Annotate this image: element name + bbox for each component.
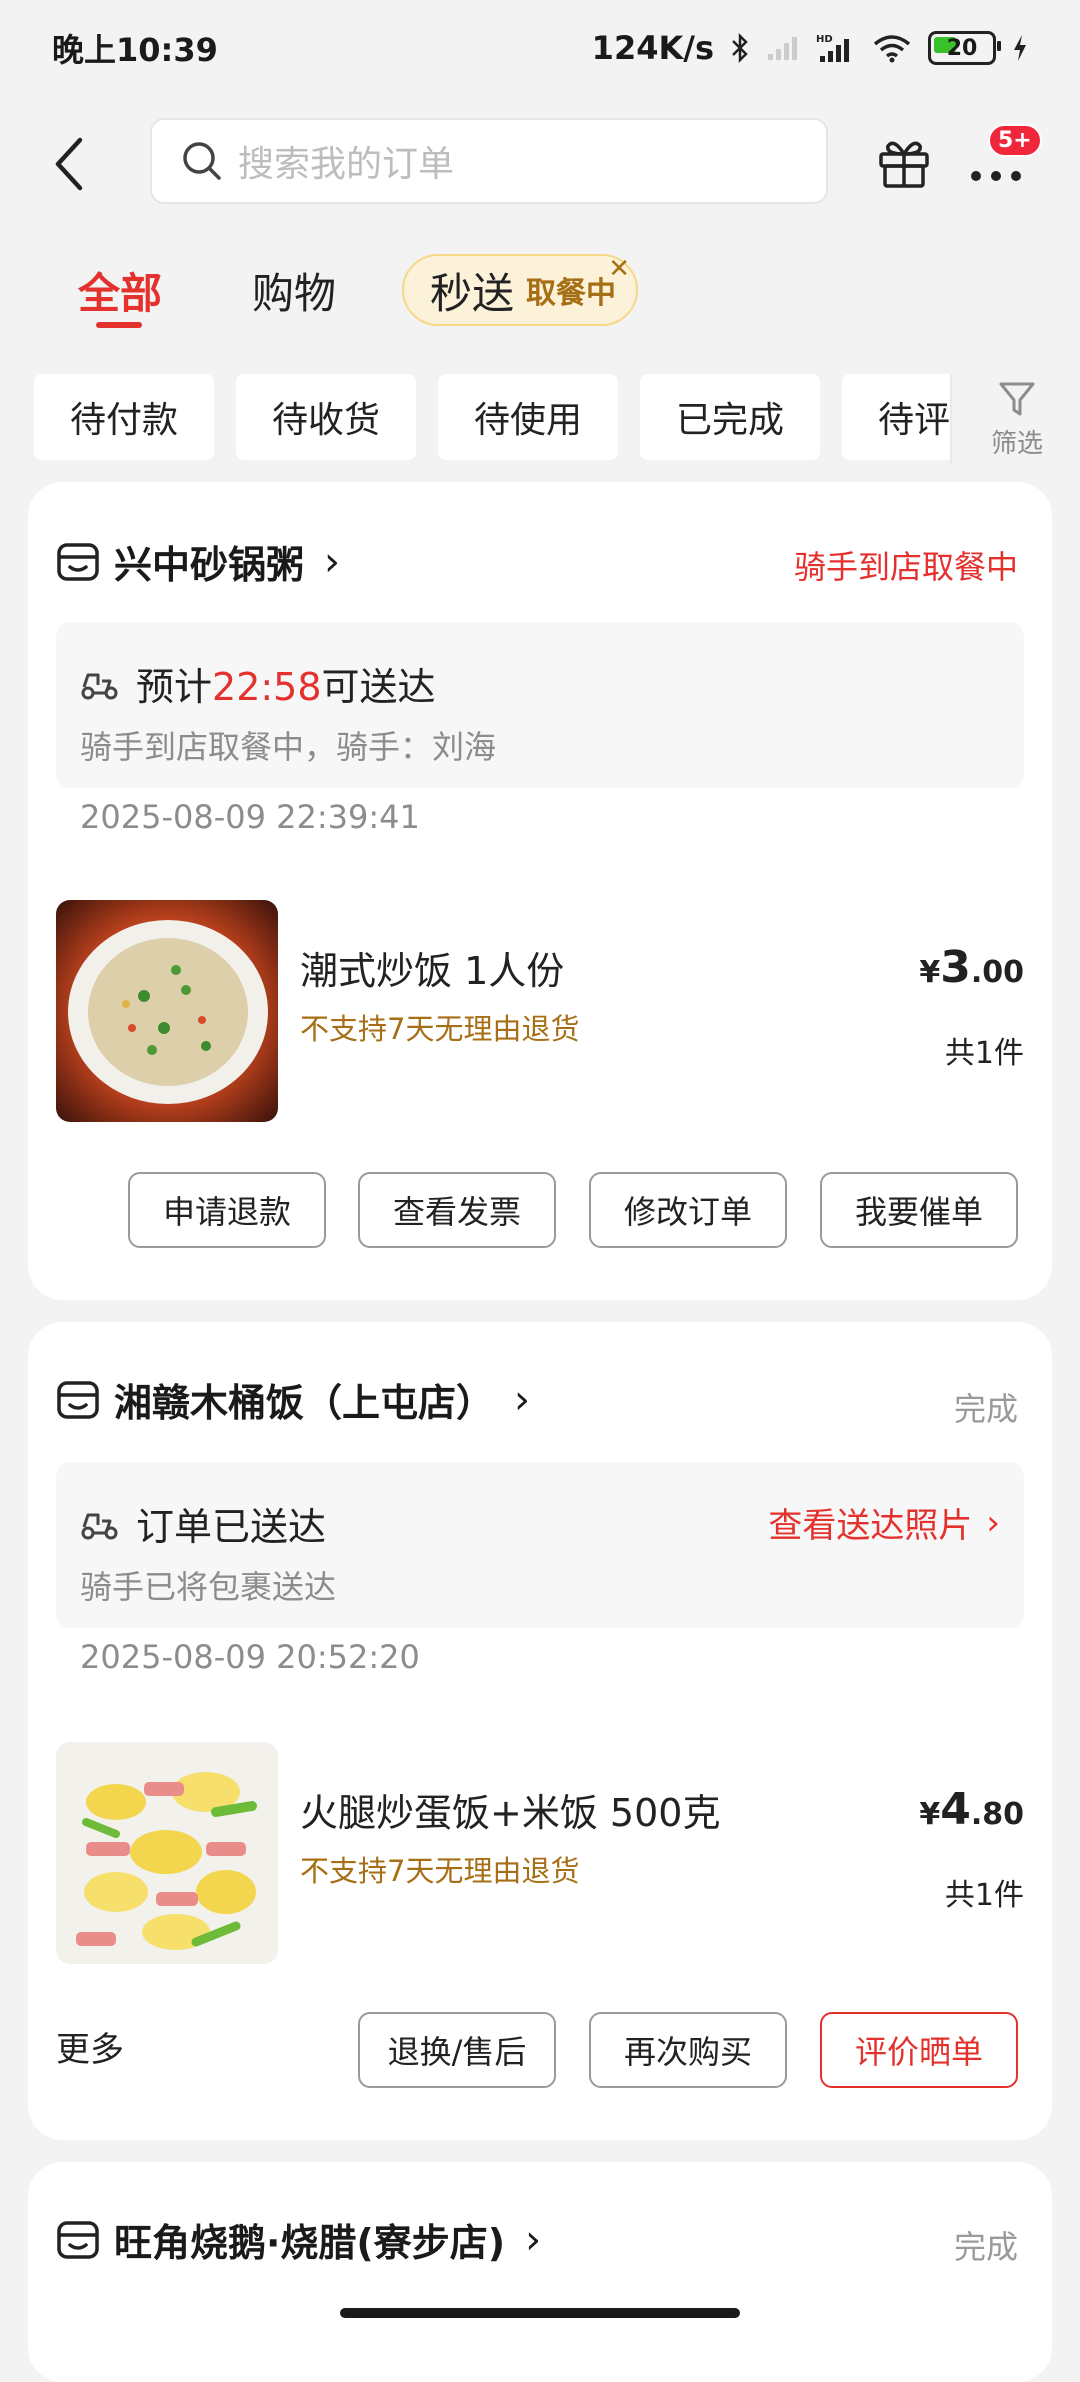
- chevron-right-icon: ›: [525, 2216, 542, 2263]
- currency: ¥: [919, 955, 941, 990]
- pill-sublabel: 取餐中: [526, 276, 617, 311]
- more-button[interactable]: 更多: [56, 2022, 124, 2071]
- store-icon: [57, 2220, 99, 2259]
- product-price: ¥4.80: [919, 1784, 1024, 1835]
- order-card[interactable]: 湘赣木桶饭（上屯店） › 完成 订单已送达 查看送达照片 › 骑手已将包裹送达 2…: [28, 1322, 1052, 2140]
- delivery-info[interactable]: 订单已送达 查看送达照片 › 骑手已将包裹送达: [56, 1462, 1024, 1628]
- item-count: 共1件: [944, 1878, 1024, 1913]
- order-status: 完成: [953, 2228, 1018, 2266]
- shop-name-link[interactable]: 兴中砂锅粥 ›: [56, 534, 340, 589]
- filter-button[interactable]: 筛选: [950, 374, 1080, 464]
- order-card[interactable]: 兴中砂锅粥 › 骑手到店取餐中 预计22:58可送达 骑手到店取餐中，骑手：刘海…: [28, 482, 1052, 1300]
- signal-icon: [768, 37, 797, 60]
- eta-suffix: 可送达: [321, 665, 436, 709]
- chevron-right-icon: ›: [324, 538, 341, 585]
- store-icon: [57, 1380, 99, 1419]
- chip-pending-receipt[interactable]: 待收货: [236, 374, 416, 460]
- tab-all[interactable]: 全部: [78, 260, 162, 321]
- scooter-icon: [81, 673, 118, 699]
- status-time: 晚上10:39: [52, 31, 218, 69]
- wifi-icon: [873, 35, 911, 63]
- network-speed: 124K/s: [591, 29, 714, 67]
- price-decimal: .80: [970, 1797, 1024, 1832]
- signal-hd-icon: HD: [816, 34, 849, 62]
- delivered-title: 订单已送达: [136, 1505, 327, 1549]
- shop-name: 旺角烧鹅·烧腊(寮步店): [114, 2221, 506, 2265]
- eta-prefix: 预计: [136, 665, 213, 709]
- chevron-right-icon: ›: [986, 1502, 1000, 1543]
- delivery-status: 订单已送达: [80, 1496, 326, 1551]
- price-decimal: .00: [970, 955, 1024, 990]
- price-integer: 4: [940, 1784, 971, 1835]
- order-tabs: 全部 购物 秒送 取餐中 ✕: [0, 250, 1080, 340]
- product-name[interactable]: 火腿炒蛋饭+米饭 500克: [300, 1782, 720, 1837]
- review-button[interactable]: 评价晒单: [820, 2012, 1018, 2088]
- delivery-time: 2025-08-09 20:52:20: [80, 1638, 420, 1676]
- pill-label: 秒送: [430, 268, 515, 318]
- status-bar: 晚上10:39 124K/s HD 20: [0, 0, 1080, 96]
- search-placeholder: 搜索我的订单: [238, 144, 455, 185]
- price-integer: 3: [940, 942, 971, 993]
- search-input[interactable]: 搜索我的订单: [150, 118, 828, 204]
- header: 搜索我的订单 5+: [0, 118, 1080, 210]
- filter-icon: [999, 382, 1035, 415]
- tab-instant-delivery[interactable]: 秒送 取餐中 ✕: [402, 254, 639, 326]
- charging-icon: [1014, 35, 1026, 61]
- gift-icon[interactable]: [876, 134, 932, 190]
- order-status: 完成: [953, 1390, 1018, 1428]
- notification-badge: 5+: [988, 124, 1042, 157]
- product-name[interactable]: 潮式炒饭 1人份: [300, 940, 564, 995]
- svg-text:HD: HD: [816, 34, 833, 45]
- delivery-eta: 预计22:58可送达: [80, 656, 436, 711]
- home-indicator[interactable]: [340, 2308, 740, 2318]
- chip-completed[interactable]: 已完成: [640, 374, 820, 460]
- scooter-icon: [81, 1513, 118, 1539]
- currency: ¥: [919, 1797, 941, 1832]
- search-icon: [183, 142, 221, 180]
- filter-label: 筛选: [990, 428, 1043, 459]
- view-invoice-button[interactable]: 查看发票: [358, 1172, 556, 1248]
- status-filter-chips: 待付款 待收货 待使用 已完成 待评 筛选: [0, 374, 1080, 464]
- item-count: 共1件: [944, 1036, 1024, 1071]
- delivery-detail: 骑手已将包裹送达: [80, 1568, 337, 1606]
- chip-pending-payment[interactable]: 待付款: [34, 374, 214, 460]
- return-policy-note: 不支持7天无理由退货: [300, 1854, 580, 1888]
- chevron-right-icon: ›: [514, 1376, 531, 1423]
- order-status: 骑手到店取餐中: [793, 548, 1018, 586]
- product-image[interactable]: [56, 900, 278, 1122]
- view-photo-label: 查看送达照片: [768, 1506, 973, 1546]
- buy-again-button[interactable]: 再次购买: [589, 2012, 787, 2088]
- shop-name: 兴中砂锅粥: [114, 543, 305, 587]
- urge-order-button[interactable]: 我要催单: [820, 1172, 1018, 1248]
- close-icon[interactable]: ✕: [608, 254, 630, 284]
- shop-name-link[interactable]: 旺角烧鹅·烧腊(寮步店) ›: [56, 2212, 541, 2267]
- bluetooth-icon: [732, 32, 748, 64]
- view-delivery-photo-link[interactable]: 查看送达照片 ›: [768, 1498, 1000, 1547]
- battery-level: 20: [946, 35, 978, 61]
- request-refund-button[interactable]: 申请退款: [128, 1172, 326, 1248]
- return-policy-note: 不支持7天无理由退货: [300, 1012, 580, 1046]
- delivery-detail: 骑手到店取餐中，骑手：刘海: [80, 728, 497, 766]
- status-icons: 124K/s HD 20: [592, 29, 1028, 67]
- product-price: ¥3.00: [919, 942, 1024, 993]
- shop-name-link[interactable]: 湘赣木桶饭（上屯店） ›: [56, 1372, 530, 1427]
- eta-time: 22:58: [212, 665, 322, 709]
- shop-name: 湘赣木桶饭（上屯店）: [114, 1381, 495, 1425]
- tab-active-indicator: [96, 322, 142, 328]
- store-icon: [57, 542, 99, 581]
- delivery-info[interactable]: 预计22:58可送达 骑手到店取餐中，骑手：刘海: [56, 622, 1024, 788]
- return-after-sales-button[interactable]: 退换/售后: [358, 2012, 556, 2088]
- battery-icon: 20: [928, 31, 1001, 65]
- order-card[interactable]: 旺角烧鹅·烧腊(寮步店) › 完成: [28, 2162, 1052, 2382]
- tab-shopping[interactable]: 购物: [252, 260, 336, 321]
- delivery-time: 2025-08-09 22:39:41: [80, 798, 420, 836]
- chip-pending-use[interactable]: 待使用: [438, 374, 618, 460]
- product-image[interactable]: [56, 1742, 278, 1964]
- modify-order-button[interactable]: 修改订单: [589, 1172, 787, 1248]
- back-icon[interactable]: [50, 134, 90, 194]
